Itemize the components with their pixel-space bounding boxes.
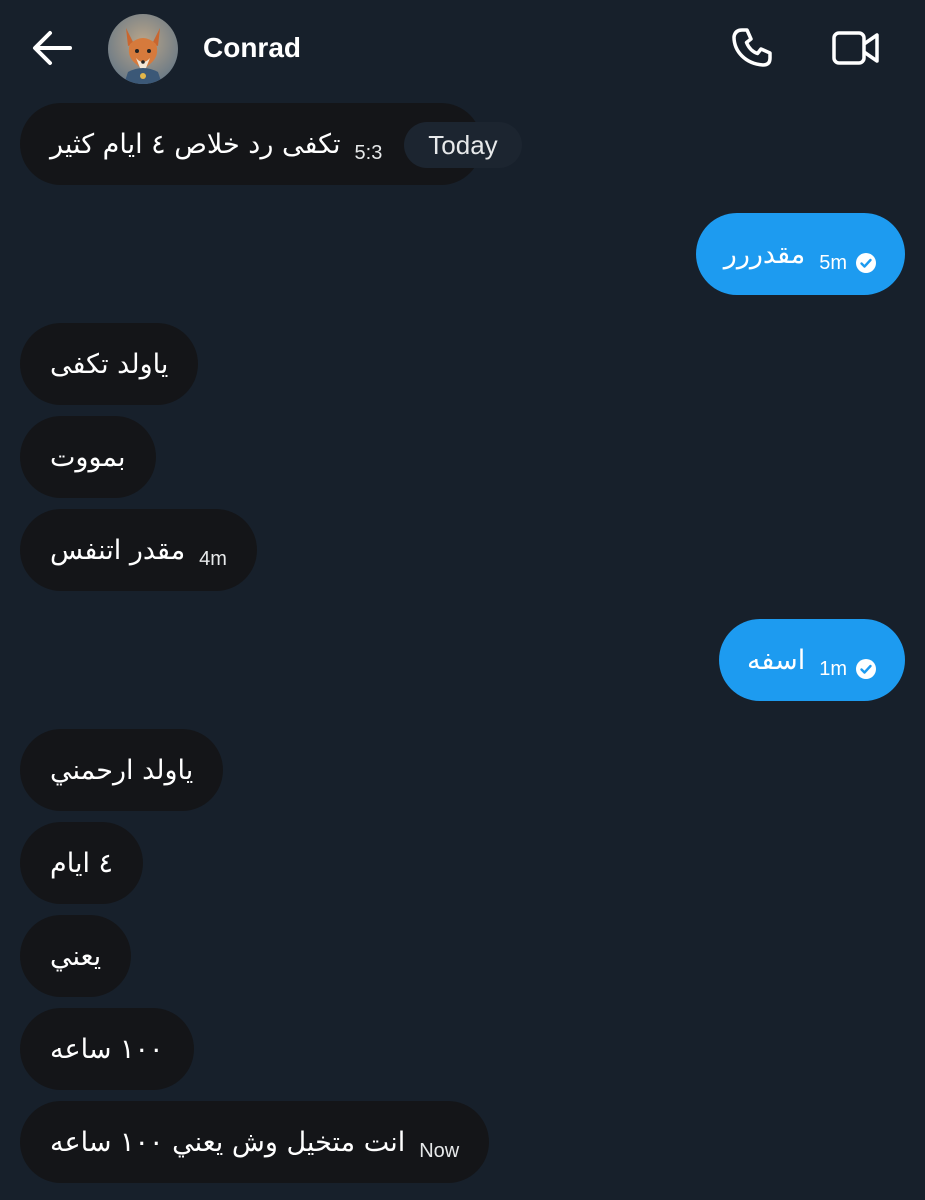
message-time: 1m — [819, 657, 847, 680]
video-call-button[interactable] — [830, 26, 882, 70]
avatar[interactable] — [108, 14, 178, 84]
message-text: مقدررر — [723, 238, 806, 270]
message-text: تكفى رد خلاص ٤ ايام كثير — [50, 128, 341, 160]
voice-call-button[interactable] — [728, 24, 776, 72]
message-text: يعني — [50, 940, 102, 972]
message-text: انت متخيل وش يعني ١٠٠ ساعه — [50, 1126, 406, 1158]
message-text: ١٠٠ ساعه — [50, 1033, 164, 1065]
message-bubble-incoming[interactable]: ١٠٠ ساعه — [20, 1008, 194, 1090]
read-check-icon — [856, 659, 876, 679]
message-text: اسفه — [746, 644, 806, 676]
contact-name[interactable]: Conrad — [203, 28, 301, 68]
video-camera-icon — [832, 31, 879, 65]
message-bubble-incoming[interactable]: بمووت — [20, 416, 156, 498]
fox-avatar-image — [108, 14, 178, 84]
message-bubble-incoming[interactable]: ياولد ارحمني — [20, 729, 224, 811]
message-text: ياولد تكفى — [50, 348, 169, 380]
message-bubble-outgoing[interactable]: مقدررر 5m — [695, 213, 905, 295]
message-bubble-incoming[interactable]: ياولد تكفى — [20, 323, 199, 405]
phone-icon — [732, 28, 772, 67]
message-bubble-incoming[interactable]: انت متخيل وش يعني ١٠٠ ساعه Now — [20, 1101, 490, 1183]
message-time: Now — [419, 1139, 460, 1162]
message-bubble-incoming[interactable]: يعني — [20, 915, 132, 997]
message-time: 5m — [819, 251, 847, 274]
message-text: بمووت — [50, 441, 126, 473]
message-bubble-incoming[interactable]: مقدر اتنفس 4m — [20, 509, 257, 591]
conversation-header: Conrad — [0, 0, 925, 96]
message-text: ياولد ارحمني — [50, 754, 194, 786]
back-button[interactable] — [30, 28, 74, 68]
back-arrow-icon — [33, 31, 72, 65]
date-divider: Today — [404, 122, 522, 168]
message-bubble-incoming[interactable]: ٤ ايام — [20, 822, 144, 904]
message-time: 5:3 — [354, 141, 383, 164]
message-bubble-outgoing[interactable]: اسفه 1m — [718, 619, 905, 701]
message-time: 4m — [199, 547, 227, 570]
message-text: ٤ ايام — [50, 847, 114, 879]
read-check-icon — [856, 253, 876, 273]
message-text: مقدر اتنفس — [50, 534, 186, 566]
